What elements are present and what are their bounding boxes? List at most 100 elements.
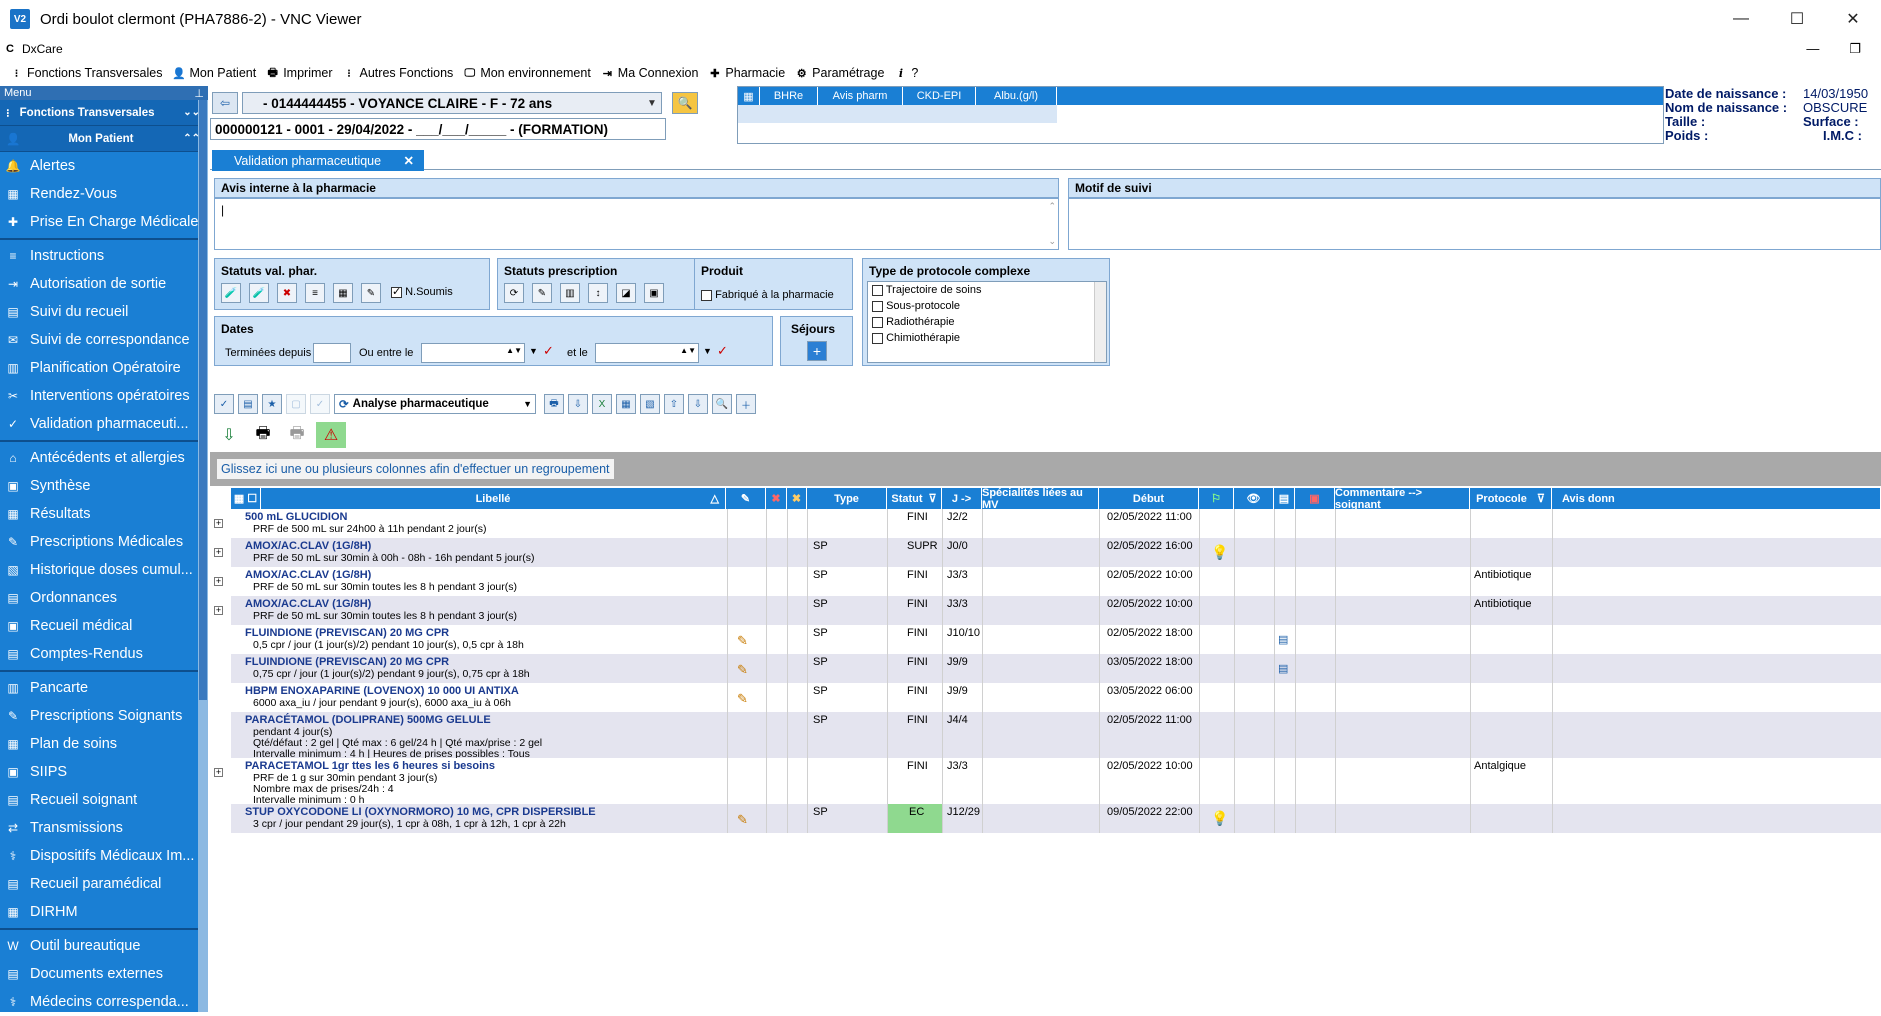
table-icon[interactable]: ▦ (616, 394, 636, 414)
sidebar-item-prescriptions-soignants[interactable]: ✎ Prescriptions Soignants (0, 702, 208, 730)
analysis-edit-icon[interactable]: ✎ (737, 691, 748, 707)
sidebar-item-r-sultats[interactable]: ▦ Résultats (0, 500, 208, 528)
chevron-down-icon[interactable]: ▼ (703, 346, 712, 356)
col-type[interactable]: Type (807, 488, 887, 509)
col-libelle[interactable]: Libellé △ (261, 488, 726, 509)
sidebar-scrollbar[interactable] (198, 100, 208, 1012)
analyse-selector[interactable]: ⟳ Analyse pharmaceutique ▼ (334, 394, 536, 414)
protocole-item[interactable]: Chimiothérapie (868, 330, 1106, 346)
add-icon[interactable]: ＋ (736, 394, 756, 414)
n-soumis-checkbox[interactable] (391, 285, 402, 298)
prescription-filter-icon[interactable]: ↕ (588, 283, 608, 303)
date-from-input[interactable]: ▲▼ (421, 343, 525, 363)
sidebar-item-autorisation-de-sortie[interactable]: ⇥ Autorisation de sortie (0, 270, 208, 298)
close-icon[interactable]: ✕ (404, 153, 414, 168)
avis-interne-textarea[interactable]: | ⌃ ⌄ (214, 198, 1059, 250)
sidebar-item-plan-de-soins[interactable]: ▦ Plan de soins (0, 730, 208, 758)
expand-row-icon[interactable]: + (214, 548, 223, 557)
col-icon-calendar[interactable]: ▣ (1295, 488, 1335, 509)
prescription-filter-icon[interactable]: ▣ (644, 283, 664, 303)
sidebar-item-comptes-rendus[interactable]: ▤ Comptes-Rendus (0, 640, 208, 668)
minimize-button[interactable]: — (1713, 0, 1769, 38)
folder-icon[interactable]: ▤ (238, 394, 258, 414)
analysis-edit-icon[interactable]: ✎ (737, 662, 748, 678)
lightbulb-icon[interactable]: 💡 (1211, 810, 1228, 827)
col-specialites[interactable]: Spécialités liées au MV (982, 487, 1099, 511)
col-icon-x[interactable]: ✖ (766, 488, 787, 509)
prescription-filter-icon[interactable]: ▥ (560, 283, 580, 303)
table-row[interactable]: PARACETAMOL 1gr ttes les 6 heures si bes… (231, 758, 1881, 806)
group-by-area[interactable]: Glissez ici une ou plusieurs colonnes af… (210, 452, 1881, 486)
col-avis[interactable]: Avis donn (1552, 488, 1881, 509)
menu-parametrage[interactable]: ⚙ Paramétrage (795, 66, 885, 80)
zoom-icon[interactable]: 🔍 (712, 394, 732, 414)
prescription-filter-icon[interactable]: ◪ (616, 283, 636, 303)
sidebar-item-historique-doses-cumul[interactable]: ▧ Historique doses cumul... (0, 556, 208, 584)
protocole-item[interactable]: Trajectoire de soins (868, 282, 1106, 298)
table-row[interactable]: HBPM ENOXAPARINE (LOVENOX) 10 000 UI ANT… (231, 683, 1881, 712)
sidebar-item-alertes[interactable]: 🔔 Alertes (0, 152, 208, 180)
import-icon[interactable]: ⇩ (214, 422, 244, 448)
col-statut[interactable]: Statut ⊽ (887, 488, 942, 509)
col-icon-y[interactable]: ✖ (787, 488, 807, 509)
checkbox[interactable] (872, 316, 883, 328)
upload-icon[interactable]: ⇧ (664, 394, 684, 414)
grid-icon[interactable]: ▦ (738, 87, 760, 105)
checkbox[interactable] (872, 332, 883, 344)
col-debut[interactable]: Début (1099, 488, 1199, 509)
section-fonctions-transversales[interactable]: ⁝ Fonctions Transversales ⌄⌄ (0, 100, 208, 126)
menu-imprimer[interactable]: 🖶 Imprimer (266, 66, 333, 80)
menu-mon-environnement[interactable]: 🖵 Mon environnement (463, 66, 591, 80)
menu-ma-connexion[interactable]: ⇥ Ma Connexion (601, 66, 699, 80)
status-filter-icon[interactable]: ✖ (277, 283, 297, 303)
checkbox[interactable] (872, 284, 883, 296)
col-icon-analyse[interactable]: ✎ (726, 488, 766, 509)
sidebar-item-recueil-soignant[interactable]: ▤ Recueil soignant (0, 786, 208, 814)
date-to-input[interactable]: ▲▼ (595, 343, 699, 363)
col-icon-flag[interactable]: ⚐ (1199, 488, 1234, 509)
scroll-thumb[interactable] (199, 100, 207, 700)
sidebar-item-planification-op-ratoire[interactable]: ▥ Planification Opératoire (0, 354, 208, 382)
motif-suivi-textarea[interactable] (1068, 198, 1881, 250)
analysis-edit-icon[interactable]: ✎ (737, 812, 748, 828)
sheet-icon[interactable]: ▤ (1278, 662, 1288, 675)
expand-row-icon[interactable]: + (214, 768, 223, 777)
add-sejour-button[interactable]: + (807, 341, 827, 361)
grid-settings-icon[interactable]: ▧ (640, 394, 660, 414)
tab-validation-pharmaceutique[interactable]: Validation pharmaceutique ✕ (212, 150, 424, 171)
status-filter-icon[interactable]: ✎ (361, 283, 381, 303)
table-row[interactable]: STUP OXYCODONE LI (OXYNORMORO) 10 MG, CP… (231, 804, 1881, 833)
sidebar-item-pancarte[interactable]: ▥ Pancarte (0, 674, 208, 702)
table-row[interactable]: FLUINDIONE (PREVISCAN) 20 MG CPR 0,5 cpr … (231, 625, 1881, 654)
table-row[interactable]: FLUINDIONE (PREVISCAN) 20 MG CPR 0,75 cpr… (231, 654, 1881, 683)
col-commentaire[interactable]: Commentaire --> soignant (1335, 487, 1470, 511)
status-filter-icon[interactable]: ▦ (333, 283, 353, 303)
pin-icon[interactable]: ⊥ (194, 87, 204, 100)
col-icon-sheet[interactable]: ▤ (1274, 488, 1295, 509)
sidebar-item-outil-bureautique[interactable]: W Outil bureautique (0, 932, 208, 960)
expand-row-icon[interactable]: + (214, 577, 223, 586)
menu-help[interactable]: i? (894, 66, 919, 80)
sidebar-item-instructions[interactable]: ≡ Instructions (0, 242, 208, 270)
col-j[interactable]: J -> (942, 488, 982, 509)
close-button[interactable]: ✕ (1825, 0, 1881, 38)
sidebar-item-suivi-du-recueil[interactable]: ▤ Suivi du recueil (0, 298, 208, 326)
expand-row-icon[interactable]: + (214, 519, 223, 528)
status-filter-icon[interactable]: 🧪 (221, 283, 241, 303)
download-icon[interactable]: ⇩ (688, 394, 708, 414)
star-icon[interactable]: ★ (262, 394, 282, 414)
table-row[interactable]: PARACÉTAMOL (DOLIPRANE) 500MG GELULE pend… (231, 712, 1881, 760)
table-row[interactable]: AMOX/AC.CLAV (1G/8H) PRF de 50 mL sur 30m… (231, 596, 1881, 625)
col-select[interactable]: ▦ ☐ (231, 488, 261, 509)
clear-date-icon[interactable]: ✓ (543, 343, 554, 359)
prescription-filter-icon[interactable]: ✎ (532, 283, 552, 303)
protocole-scrollbar[interactable] (1094, 282, 1106, 362)
validate-icon[interactable]: ✓ (214, 394, 234, 414)
sidebar-item-ordonnances[interactable]: ▤ Ordonnances (0, 584, 208, 612)
sidebar-item-dirhm[interactable]: ▦ DIRHM (0, 898, 208, 926)
menu-mon-patient[interactable]: 👤 Mon Patient (172, 66, 256, 80)
table-row[interactable]: AMOX/AC.CLAV (1G/8H) PRF de 50 mL sur 30m… (231, 567, 1881, 596)
sidebar-item-documents-externes[interactable]: ▤ Documents externes (0, 960, 208, 988)
dx-restore-button[interactable]: ❐ (1849, 41, 1861, 57)
table-row[interactable]: AMOX/AC.CLAV (1G/8H) PRF de 50 mL sur 30m… (231, 538, 1881, 567)
